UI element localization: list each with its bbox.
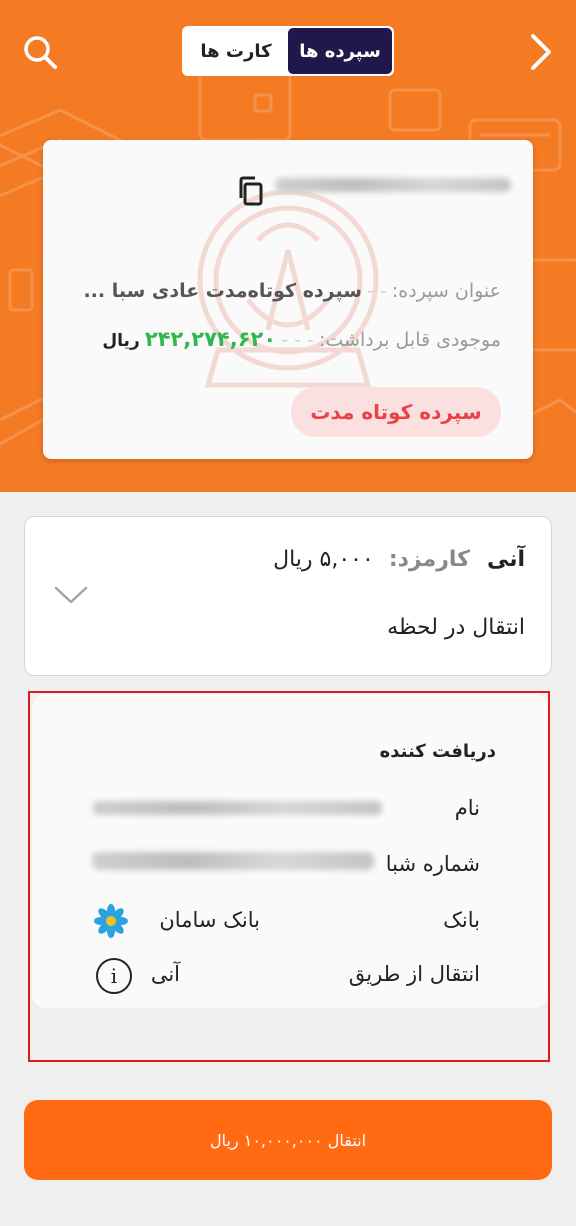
balance-value: ۲۴۲,۲۷۴,۶۲۰ (144, 327, 277, 351)
fee-value: ۵,۰۰۰ ریال (273, 547, 374, 572)
transfer-method-header: آنی کارمزد: ۵,۰۰۰ ریال (273, 547, 525, 572)
iban-blurred (92, 852, 374, 870)
account-number-blurred (275, 178, 511, 192)
balance-currency: ریال (102, 331, 140, 351)
transfer-via-label: انتقال از طریق (348, 962, 480, 986)
chevron-right-icon (531, 34, 551, 70)
account-title-value: سپرده کوتاه‌مدت عادی سبا ... (83, 280, 362, 302)
balance-label: موجودی قابل برداشت: (318, 329, 501, 351)
tab-switcher: سپرده ها کارت ها (182, 26, 394, 76)
tab-deposits[interactable]: سپرده ها (288, 28, 392, 74)
search-icon (24, 36, 57, 69)
receiver-name-blurred (92, 801, 382, 815)
transfer-submit-button[interactable]: انتقال ۱۰,۰۰۰,۰۰۰ ریال (24, 1100, 552, 1180)
account-card[interactable]: عنوان سپرده: - - سپرده کوتاه‌مدت عادی سب… (43, 140, 533, 459)
transfer-method-name: آنی (486, 547, 525, 572)
transfer-via-value: آنی (150, 962, 180, 986)
balance-row: موجودی قابل برداشت: - - - ۲۴۲,۲۷۴,۶۲۰ ری… (102, 327, 501, 351)
deposit-type-badge: سپرده کوتاه مدت (291, 387, 501, 437)
dashed-separator: - - (367, 280, 387, 302)
bank-label: بانک (443, 908, 480, 932)
fee-label: کارمزد: (388, 547, 470, 572)
copy-icon[interactable] (236, 176, 266, 206)
transfer-method-select[interactable]: آنی کارمزد: ۵,۰۰۰ ریال انتقال در لحظه (24, 516, 552, 676)
search-button[interactable] (18, 30, 62, 74)
dashed-separator: - - - (281, 329, 314, 351)
info-icon[interactable]: i (96, 958, 132, 994)
tab-cards[interactable]: کارت ها (184, 28, 288, 74)
account-title-label: عنوان سپرده: (391, 280, 501, 302)
transfer-method-description: انتقال در لحظه (387, 615, 525, 640)
account-title-row: عنوان سپرده: - - سپرده کوتاه‌مدت عادی سب… (83, 280, 501, 302)
saman-bank-logo-icon (94, 904, 128, 938)
header: سپرده ها کارت ها عنوان سپرده: - - سپرده … (0, 0, 576, 492)
receiver-title: دریافت کننده (379, 741, 496, 762)
chevron-down-icon (54, 586, 88, 604)
bank-value: بانک سامان (159, 908, 260, 932)
back-button[interactable] (518, 30, 562, 74)
iban-label: شماره شبا (385, 852, 480, 876)
receiver-name-label: نام (454, 796, 480, 820)
